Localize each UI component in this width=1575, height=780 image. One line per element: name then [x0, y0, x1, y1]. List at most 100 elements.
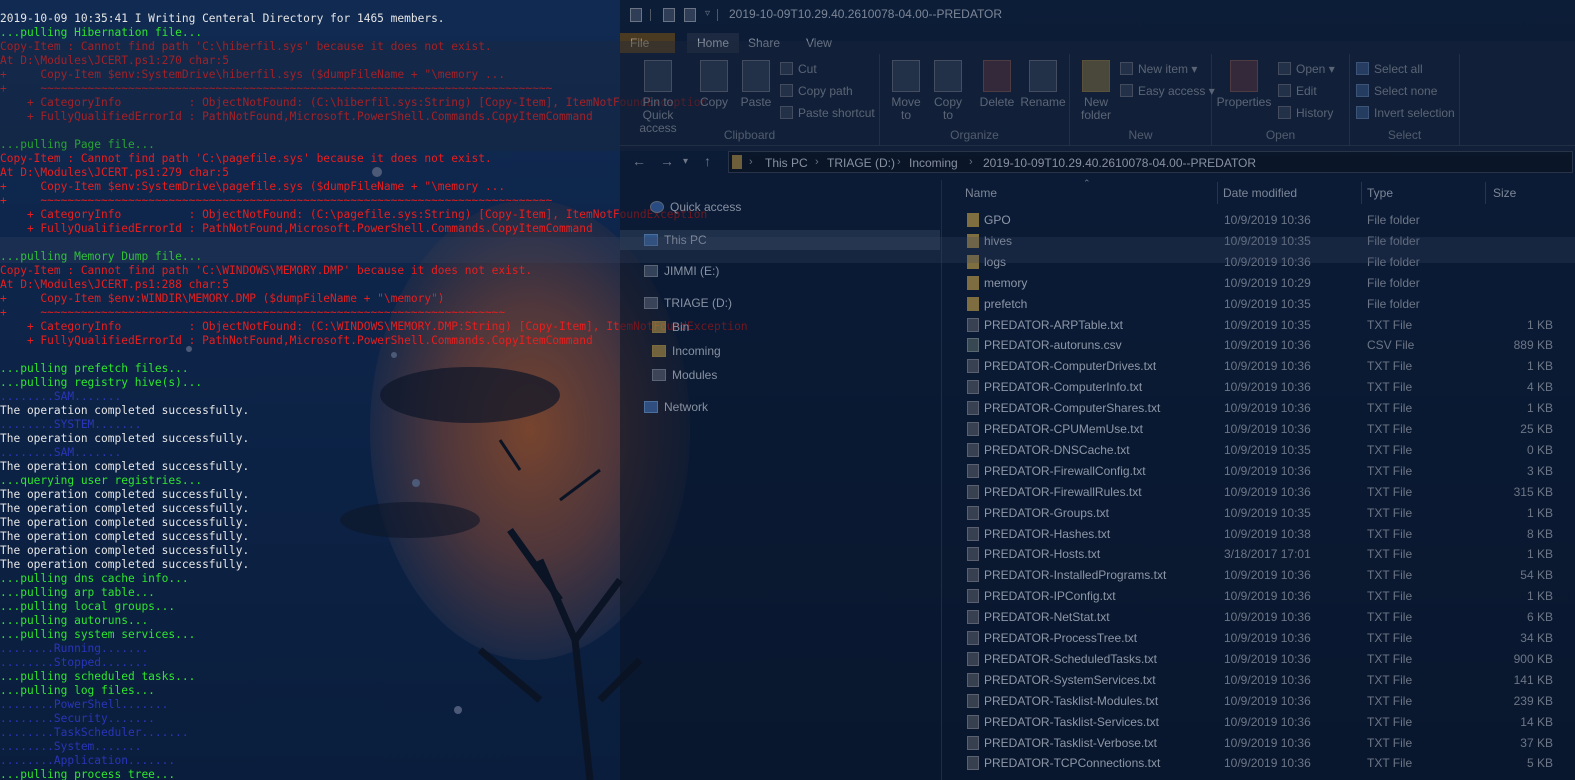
edit-button[interactable]: Edit	[1278, 84, 1317, 102]
new-item-button[interactable]: New item ▾	[1120, 62, 1197, 80]
nav-bin[interactable]: Bin	[652, 320, 689, 340]
properties-button[interactable]: Properties	[1214, 60, 1274, 109]
file-row[interactable]: PREDATOR-ComputerInfo.txt 10/9/2019 10:36…	[955, 377, 1575, 398]
new-folder-button[interactable]: New folder	[1076, 60, 1116, 122]
column-header-name[interactable]: Name	[965, 186, 997, 200]
recent-locations-chevron-icon[interactable]: ▾	[683, 156, 688, 167]
file-row[interactable]: PREDATOR-Tasklist-Modules.txt 10/9/2019 1…	[955, 691, 1575, 712]
column-header-type[interactable]: Type	[1367, 186, 1393, 200]
breadcrumb[interactable]: › This PC › TRIAGE (D:) › Incoming › 201…	[728, 151, 1573, 173]
file-row[interactable]: PREDATOR-Tasklist-Verbose.txt 10/9/2019 1…	[955, 733, 1575, 754]
file-row[interactable]: PREDATOR-DNSCache.txt 10/9/2019 10:35 TXT …	[955, 440, 1575, 461]
select-none-icon	[1356, 84, 1369, 97]
easy-access-button[interactable]: Easy access ▾	[1120, 84, 1215, 102]
select-group: Select all Select none Invert selection …	[1350, 54, 1460, 146]
cut-button[interactable]: Cut	[780, 62, 817, 80]
file-row[interactable]: PREDATOR-NetStat.txt 10/9/2019 10:36 TXT F…	[955, 607, 1575, 628]
customize-quick-access-icon[interactable]: ▿	[705, 8, 710, 19]
file-row[interactable]: PREDATOR-ProcessTree.txt 10/9/2019 10:36 T…	[955, 628, 1575, 649]
invert-selection-icon	[1356, 106, 1369, 119]
breadcrumb-triage[interactable]: TRIAGE (D:)	[827, 156, 895, 170]
file-type: TXT File	[1367, 672, 1413, 687]
new-folder-quick-icon[interactable]	[684, 8, 696, 22]
nav-quick-access[interactable]: Quick access	[650, 200, 741, 220]
file-row[interactable]: memory 10/9/2019 10:29 File folder	[955, 273, 1575, 294]
text-file-icon	[967, 547, 979, 562]
nav-incoming[interactable]: Incoming	[652, 344, 721, 364]
file-row[interactable]: PREDATOR-ComputerDrives.txt 10/9/2019 10:…	[955, 356, 1575, 377]
file-row[interactable]: PREDATOR-Groups.txt 10/9/2019 10:35 TXT Fi…	[955, 503, 1575, 524]
nav-label: Bin	[672, 320, 690, 334]
file-row[interactable]: PREDATOR-Tasklist-Services.txt 10/9/2019 …	[955, 712, 1575, 733]
file-type: File folder	[1367, 233, 1420, 248]
file-row[interactable]: PREDATOR-TCPConnections.txt 10/9/2019 10:…	[955, 753, 1575, 774]
drive-icon	[644, 297, 658, 309]
file-row[interactable]: PREDATOR-autoruns.csv 10/9/2019 10:36 CSV …	[955, 335, 1575, 356]
file-row[interactable]: PREDATOR-FirewallRules.txt 10/9/2019 10:3…	[955, 482, 1575, 503]
file-row[interactable]: PREDATOR-CPUMemUse.txt 10/9/2019 10:36 TXT…	[955, 419, 1575, 440]
paste-button[interactable]: Paste	[736, 60, 776, 109]
select-all-button[interactable]: Select all	[1356, 62, 1423, 80]
file-row[interactable]: PREDATOR-InstalledPrograms.txt 10/9/2019 …	[955, 565, 1575, 586]
file-name: PREDATOR-NetStat.txt	[984, 610, 1110, 625]
file-row[interactable]: PREDATOR-ComputerShares.txt 10/9/2019 10:…	[955, 398, 1575, 419]
tab-view[interactable]: View	[796, 33, 842, 53]
file-row[interactable]: PREDATOR-IPConfig.txt 10/9/2019 10:36 TXT …	[955, 586, 1575, 607]
nav-network[interactable]: Network	[644, 400, 708, 420]
delete-button[interactable]: Delete	[976, 60, 1018, 109]
rename-button[interactable]: Rename	[1020, 60, 1066, 109]
file-row[interactable]: PREDATOR-FirewallConfig.txt 10/9/2019 10:…	[955, 461, 1575, 482]
copy-path-button[interactable]: Copy path	[780, 84, 853, 102]
copy-button[interactable]: Copy	[694, 60, 734, 109]
nav-triage-drive[interactable]: TRIAGE (D:)	[644, 296, 732, 316]
move-to-button[interactable]: Move to	[886, 60, 926, 122]
file-name: PREDATOR-ScheduledTasks.txt	[984, 651, 1157, 666]
copy-to-button[interactable]: Copy to	[928, 60, 968, 122]
file-row[interactable]: PREDATOR-ARPTable.txt 10/9/2019 10:35 TXT …	[955, 315, 1575, 336]
history-button[interactable]: History	[1278, 106, 1333, 124]
breadcrumb-current-folder[interactable]: 2019-10-09T10.29.40.2610078-04.00--PREDA…	[983, 156, 1256, 170]
breadcrumb-incoming[interactable]: Incoming	[909, 156, 958, 170]
nav-jimmi-drive[interactable]: JIMMI (E:)	[644, 264, 719, 284]
select-group-label: Select	[1387, 128, 1422, 142]
file-size: 3 KB	[1526, 463, 1553, 478]
column-divider[interactable]	[1361, 182, 1362, 204]
history-label: History	[1296, 106, 1334, 120]
paste-shortcut-label: Paste shortcut	[798, 106, 875, 120]
file-type: TXT File	[1367, 526, 1413, 541]
file-row[interactable]: PREDATOR-ScheduledTasks.txt 10/9/2019 10:…	[955, 649, 1575, 670]
breadcrumb-this-pc[interactable]: This PC	[765, 156, 808, 170]
file-name: PREDATOR-Tasklist-Verbose.txt	[984, 735, 1157, 750]
file-row[interactable]: prefetch 10/9/2019 10:35 File folder	[955, 294, 1575, 315]
column-divider[interactable]	[1217, 182, 1218, 204]
open-button[interactable]: Open ▾	[1278, 62, 1335, 80]
tab-home[interactable]: Home	[687, 33, 740, 53]
paste-shortcut-button[interactable]: Paste shortcut	[780, 106, 875, 124]
select-none-button[interactable]: Select none	[1356, 84, 1437, 102]
nav-modules[interactable]: Modules	[652, 368, 717, 388]
invert-selection-button[interactable]: Invert selection	[1356, 106, 1455, 124]
file-row[interactable]: GPO 10/9/2019 10:36 File folder	[955, 210, 1575, 231]
file-row[interactable]: PREDATOR-Hashes.txt 10/9/2019 10:38 TXT Fi…	[955, 524, 1575, 545]
nav-this-pc[interactable]: This PC	[620, 230, 940, 250]
text-file-icon	[967, 380, 979, 395]
properties-quick-icon[interactable]	[663, 8, 675, 22]
file-row[interactable]: PREDATOR-Hosts.txt 3/18/2017 17:01 TXT Fil…	[955, 544, 1575, 565]
column-header-size[interactable]: Size	[1493, 186, 1516, 200]
file-row[interactable]: PREDATOR-SystemServices.txt 10/9/2019 10:…	[955, 670, 1575, 691]
forward-arrow-icon[interactable]: →	[660, 153, 674, 169]
title-bar[interactable]: ▿ 2019-10-09T10.29.40.2610078-04.00--PRE…	[620, 0, 1575, 30]
text-file-icon	[967, 526, 979, 541]
column-header-date-modified[interactable]: Date modified	[1223, 186, 1297, 200]
tab-file[interactable]: File	[620, 33, 675, 53]
back-arrow-icon[interactable]: ←	[632, 153, 646, 169]
file-name: PREDATOR-InstalledPrograms.txt	[984, 568, 1167, 583]
clipboard-group-label: Clipboard	[723, 128, 776, 142]
tab-share[interactable]: Share	[738, 33, 790, 53]
file-row[interactable]: hives 10/9/2019 10:35 File folder	[955, 231, 1575, 252]
up-arrow-icon[interactable]: ↑	[704, 153, 711, 169]
delete-label: Delete	[979, 95, 1015, 109]
pin-to-quick-access-button[interactable]: Pin to Quick access	[626, 60, 690, 135]
file-row[interactable]: logs 10/9/2019 10:36 File folder	[955, 252, 1575, 273]
column-divider[interactable]	[1485, 182, 1486, 204]
